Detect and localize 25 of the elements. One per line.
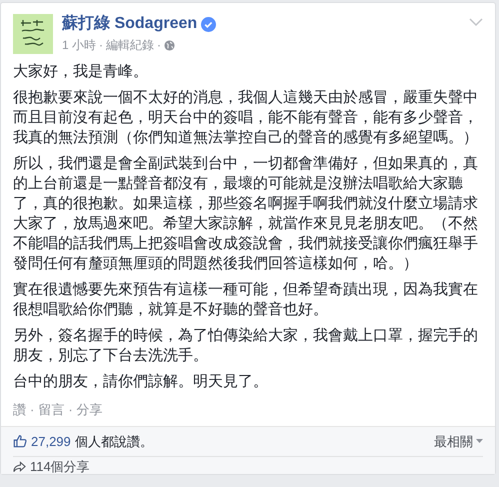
sort-dropdown[interactable]: 最相關 [434, 432, 483, 451]
separator-dot: · [68, 401, 73, 419]
post-paragraph: 台中的朋友，請你們諒解。明天見了。 [13, 372, 269, 392]
action-link[interactable]: 留言 [38, 400, 64, 420]
post-time[interactable]: 1 小時 [62, 36, 96, 54]
page-logo[interactable] [13, 14, 53, 54]
likes-count[interactable]: 27,299 [31, 432, 71, 451]
post-paragraph: 大家好，我是青峰。 [13, 62, 149, 82]
edit-history-link[interactable]: 編輯紀錄 [106, 36, 154, 54]
separator-dot: · [157, 37, 162, 54]
post-paragraph: 實在很遺憾要先來預告有這樣一種可能，但希望奇蹟出現，因為我實在很想唱歌給你們聽，就算是不好聽的聲音也好。 [13, 280, 479, 320]
share-arrow-icon [13, 461, 26, 473]
author-name[interactable]: 蘇打綠 Sodagreen [62, 14, 198, 34]
post-paragraph: 很抱歉要來說一個不太好的消息，我個人這幾天由於感冒，嚴重失聲中而且目前沒有起色，明天台中的簽唱，能不能有聲音，能有多少聲音，我真的無法預測（你們知道無法掌控自己的聲音的感覺有多絕望嗎。） [13, 88, 479, 148]
globe-icon [164, 40, 176, 50]
action-link[interactable]: 分享 [76, 400, 103, 420]
separator-dot: · [99, 37, 104, 54]
thumbs-up-icon [13, 434, 27, 448]
action-link[interactable]: 讚 [13, 400, 26, 420]
post-paragraph: 所以，我們還是會全副武裝到台中，一切都會準備好，但如果真的，真的上台前還是一點聲音都沒有，最壞的可能就是沒辦法唱歌給大家聽了，真的很抱歉。如果這樣，那些簽名啊握手啊我們就沒什麼立場請求大家了，放馬過來吧。希望大家諒解，就當作來見見老朋友吧。（不然不能唱的話我們馬上把簽唱會改成簽說會，我們就接受讓你們瘋狂舉手發問任何有釐頭無厘頭的問題然後我們回答這樣如何，哈。） [13, 154, 479, 274]
likes-text: 個人都說讚。 [74, 432, 153, 450]
separator-dot: · [30, 401, 34, 419]
shares-count[interactable]: 114個分享 [30, 460, 90, 474]
post-paragraph: 另外，簽名握手的時候，為了怕傳染給大家，我會戴上口罩，握完手的朋友，別忘了下台去洗洗手。 [13, 326, 479, 366]
caret-icon [476, 439, 483, 444]
